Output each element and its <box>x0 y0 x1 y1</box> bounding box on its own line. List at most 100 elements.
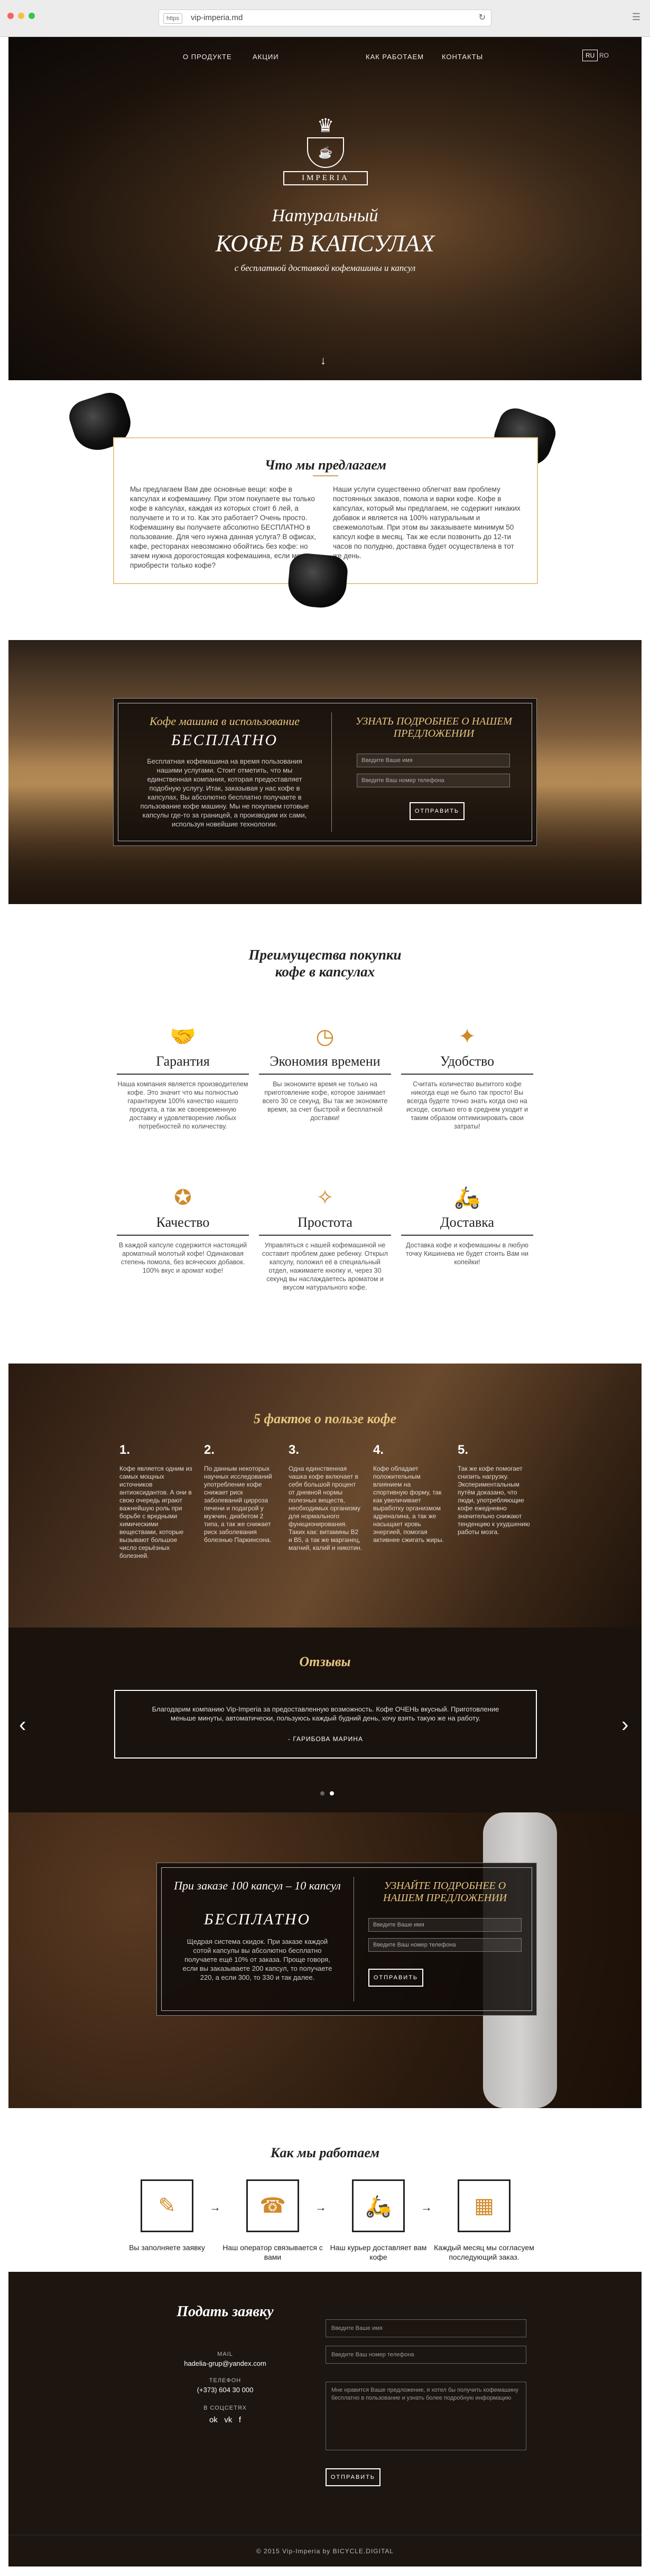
hero-title-line2: КОФЕ В КАПСУЛАХ <box>215 230 435 257</box>
offer-text-left: Мы предлагаем Вам две основные вещи: коф… <box>130 485 317 569</box>
nav-item-contacts[interactable]: КОНТАКТЫ <box>442 53 483 61</box>
machine-name-input[interactable]: Введите Ваше имя <box>357 754 510 767</box>
benefit-desc: Управляться с нашей кофемашиной не соста… <box>262 1242 388 1291</box>
reviews-section: Отзывы ‹ Благодарим компанию Vip-Imperia… <box>8 1628 642 1812</box>
nav-item-product[interactable]: О ПРОДУКТЕ <box>183 53 232 61</box>
browser-toolbar: https vip-imperia.md ↻ ☰ <box>0 0 650 37</box>
machine-submit-button[interactable]: ОТПРАВИТЬ <box>410 802 465 820</box>
how-title: Как мы работаем <box>270 2145 380 2160</box>
website: О ПРОДУКТЕ АКЦИИ КАК РАБОТАЕМ КОНТАКТЫ R… <box>8 37 642 2566</box>
browser-menu-icon[interactable]: ☰ <box>632 12 640 23</box>
hero-subtitle: с бесплатной доставкой кофемашины и капс… <box>234 263 416 273</box>
footer-phone-input[interactable]: Введите Ваш номер телефона <box>326 2346 526 2364</box>
arrow-right-icon: → <box>315 2201 327 2214</box>
promo-phone-input[interactable]: Введите Ваш номер телефона <box>368 1938 522 1952</box>
free-machine-section: Кофе машина в использование БЕСПЛАТНО Бе… <box>8 640 642 904</box>
phone-label: ТЕЛЕФОН <box>209 2377 242 2384</box>
fact-text: Одна единственная чашка кофе включает в … <box>289 1465 363 1552</box>
benefit-name: Гарантия <box>117 1054 249 1075</box>
benefit-name: Удобство <box>401 1054 533 1075</box>
phone-icon: ☎ <box>246 2179 299 2232</box>
offer-text-right: Наши услуги существенно облегчат вам про… <box>333 485 521 560</box>
scroll-down-arrow-icon[interactable]: ↓ <box>320 354 326 368</box>
how-step-label: Вы заполняете заявку <box>129 2243 205 2252</box>
nav-item-how-we-work[interactable]: КАК РАБОТАЕМ <box>366 53 424 61</box>
benefit-name: Экономия времени <box>259 1054 391 1075</box>
footer-name-input[interactable]: Введите Ваше имя <box>326 2319 526 2337</box>
maximize-dot[interactable] <box>29 13 35 19</box>
benefits-title: Преимущества покупки кофе в капсулах <box>248 947 402 980</box>
fact-number: 2. <box>204 1443 215 1457</box>
form-icon: ✎ <box>141 2179 193 2232</box>
contact-footer: Подать заявку MAIL hadelia-grup@yandex.c… <box>8 2272 642 2566</box>
award-icon: ✪ <box>174 1186 192 1209</box>
offer-section: Что мы предлагаем Мы предлагаем Вам две … <box>8 380 642 640</box>
chevron-right-icon[interactable]: › <box>621 1713 628 1737</box>
browser-window: https vip-imperia.md ↻ ☰ О ПРОДУКТЕ АКЦИ… <box>0 0 650 2576</box>
how-we-work-section: Как мы работаем ✎ Вы заполняете заявку →… <box>8 2108 642 2272</box>
benefit-item: ✧ Простота Управляться с нашей кофемашин… <box>259 1184 391 1292</box>
lang-ru-button[interactable]: RU <box>582 50 598 61</box>
handshake-icon: 🤝 <box>170 1025 196 1048</box>
footer-title: Подать заявку <box>177 2304 274 2320</box>
footer-submit-button[interactable]: ОТПРАВИТЬ <box>326 2468 380 2486</box>
review-pagination <box>320 1791 334 1795</box>
benefit-desc: Считать количество выпитого кофе никогда… <box>406 1080 528 1130</box>
mail-link[interactable]: hadelia-grup@yandex.com <box>167 2359 283 2367</box>
mail-label: MAIL <box>217 2351 233 2357</box>
fact-item: 5. Так же кофе помогает снизить нагрузку.… <box>458 1443 532 1536</box>
fact-item: 1. Кофе является одним из самых мощных ис… <box>119 1443 193 1560</box>
benefit-desc: Доставка кофе и кофемашины в любую точку… <box>406 1242 528 1266</box>
minimize-dot[interactable] <box>18 13 24 19</box>
fact-number: 5. <box>458 1443 469 1457</box>
crown-icon: ♛ <box>317 115 335 136</box>
free-machine-panel: Кофе машина в использование БЕСПЛАТНО Бе… <box>113 698 537 846</box>
coffee-facts-section: 5 фактов о пользе кофе 1. Кофе является о… <box>8 1364 642 1628</box>
fact-text: Кофе обладает положительным влиянием на … <box>373 1465 444 1544</box>
chevron-left-icon[interactable]: ‹ <box>19 1713 26 1737</box>
fact-item: 3. Одна единственная чашка кофе включает … <box>289 1443 363 1552</box>
machine-phone-input[interactable]: Введите Ваш номер телефона <box>357 774 510 787</box>
promo-title: При заказе 100 капсул – 10 капсул <box>174 1879 341 1892</box>
phone-link[interactable]: (+373) 604 30 000 <box>167 2386 283 2394</box>
benefit-item: ◷ Экономия времени Вы экономите время не… <box>259 1023 391 1122</box>
promo-panel: При заказе 100 капсул – 10 капсул БЕСПЛА… <box>156 1863 537 2016</box>
machine-free-label: БЕСПЛАТНО <box>171 731 278 749</box>
benefit-item: 🤝 Гарантия Наша компания является произв… <box>117 1023 249 1131</box>
how-step-label: Наш курьер доставляет вам кофе <box>330 2243 427 2261</box>
fact-number: 1. <box>119 1443 131 1457</box>
protocol-tag: https <box>163 13 182 24</box>
logo-wordmark: IMPERIA <box>283 171 368 185</box>
address-bar[interactable]: https vip-imperia.md ↻ <box>159 10 491 26</box>
fact-number: 4. <box>373 1443 384 1457</box>
vk-icon[interactable]: vk <box>224 2415 232 2424</box>
odnoklassniki-icon[interactable]: ok <box>209 2415 218 2424</box>
fact-item: 4. Кофе обладает положительным влиянием н… <box>373 1443 447 1544</box>
coffee-capsule-image <box>286 552 349 610</box>
how-step: 🛵 Наш курьер доставляет вам кофе <box>326 2179 431 2262</box>
pagination-dot-active[interactable] <box>330 1791 334 1795</box>
offer-title: Что мы предлагаем <box>114 457 537 476</box>
fact-text: По данным некоторых научных исследований… <box>204 1465 272 1544</box>
machine-text: Бесплатная кофемашина на время пользован… <box>140 757 309 828</box>
close-dot[interactable] <box>7 13 14 19</box>
facebook-icon[interactable]: f <box>239 2415 241 2424</box>
lang-ro-button[interactable]: RO <box>599 52 609 59</box>
machine-form-title: УЗНАТЬ ПОДРОБНЕЕ О НАШЕМ ПРЕДЛОЖЕНИИ <box>355 716 513 739</box>
benefit-item: 🛵 Доставка Доставка кофе и кофемашины в … <box>401 1184 533 1266</box>
promo-name-input[interactable]: Введите Ваше имя <box>368 1918 522 1932</box>
pagination-dot[interactable] <box>320 1791 324 1795</box>
social-icons: ok vk f <box>167 2415 283 2424</box>
benefit-name: Простота <box>259 1215 391 1236</box>
how-step-label: Наш оператор связывается с вами <box>222 2243 323 2261</box>
footer-message-textarea[interactable]: Мне нравится Ваше предложение, я хотел б… <box>326 2382 526 2450</box>
scooter-icon: 🛵 <box>352 2179 405 2232</box>
copyright: © 2015 Vip-Imperia by BICYCLE.DIGITAL <box>8 2535 642 2566</box>
brand-logo[interactable]: ♛ ☕ IMPERIA <box>283 116 368 195</box>
nav-item-promotions[interactable]: АКЦИИ <box>253 53 279 61</box>
reload-icon[interactable]: ↻ <box>479 10 486 26</box>
promo-submit-button[interactable]: ОТПРАВИТЬ <box>368 1969 423 1987</box>
social-label: В СОЦСЕТЯХ <box>203 2405 247 2411</box>
wallet-icon: ✦ <box>458 1025 476 1048</box>
shield-icon: ☕ <box>307 137 344 168</box>
